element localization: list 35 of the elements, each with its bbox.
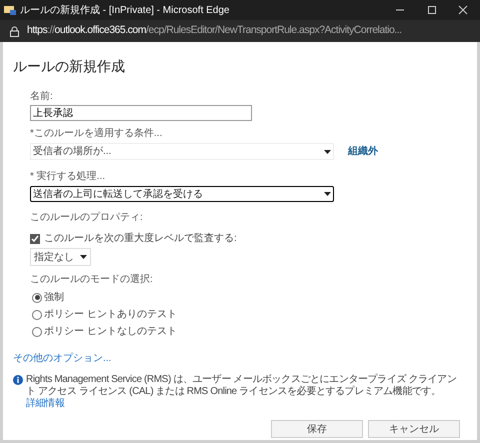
radio-label: ポリシー ヒントなしのテスト: [44, 325, 177, 339]
field-label: *このルールを適用する条件...: [30, 126, 164, 141]
mail-icon: [4, 5, 16, 15]
radio-label: 強制: [44, 290, 64, 305]
learn-more-link[interactable]: 詳細情報: [26, 398, 64, 409]
dialog-button[interactable]: キャンセル: [368, 420, 460, 438]
dialog-button[interactable]: 保存: [271, 420, 363, 438]
condition-value-link[interactable]: 組織外: [348, 144, 378, 159]
mode-radio[interactable]: [32, 292, 42, 302]
close-icon[interactable]: [458, 5, 468, 15]
maximize-icon[interactable]: [427, 5, 437, 15]
window-title: ルールの新規作成 - [InPrivate] - Microsoft Edge: [20, 4, 230, 18]
address-bar[interactable]: https://outlook.office365.com/ecp/RulesEditor/NewTransportRule.aspx?ActivityCorrelatio...: [0, 20, 480, 42]
field-label: * 実行する処理...: [30, 170, 106, 184]
section-label: このルールのプロパティ:: [30, 210, 144, 225]
page-heading: ルールの新規作成: [13, 57, 126, 76]
mode-radio[interactable]: [32, 310, 42, 320]
audit-checkbox[interactable]: [30, 234, 40, 244]
radio-label: ポリシー ヒントありのテスト: [44, 308, 177, 322]
severity-dropdown[interactable]: 指定なし: [30, 248, 91, 266]
url-text: https://outlook.office365.com/ecp/RulesEditor/NewTransportRule.aspx?ActivityCorrelatio...: [27, 23, 402, 38]
dropdown-caret-icon: [80, 255, 87, 259]
name-input-field[interactable]: 上長承認: [30, 105, 252, 121]
action-dropdown[interactable]: 送信者の上司に転送して承認を受ける: [30, 186, 334, 202]
dropdown-caret-icon: [324, 150, 331, 154]
lock-icon: [10, 26, 19, 36]
info-message: Rights Management Service (RMS) は、ユーザー メールボックスごとにエンタープライズ クライアント アクセス ライセンス (CAL) または RMS Online ライセンスを必要とするプレミアム機能です。 詳細情報: [26, 374, 458, 410]
info-icon: [13, 375, 23, 385]
dropdown-caret-icon: [324, 192, 331, 196]
more-options-link[interactable]: その他のオプション...: [13, 351, 112, 366]
field-label: 名前:: [30, 90, 54, 104]
mode-radio[interactable]: [32, 326, 42, 336]
checkbox-label: このルールを次の重大度レベルで監査する:: [44, 232, 237, 246]
section-label: このルールのモードの選択:: [30, 273, 154, 287]
condition-dropdown[interactable]: 受信者の場所が...: [30, 143, 334, 160]
